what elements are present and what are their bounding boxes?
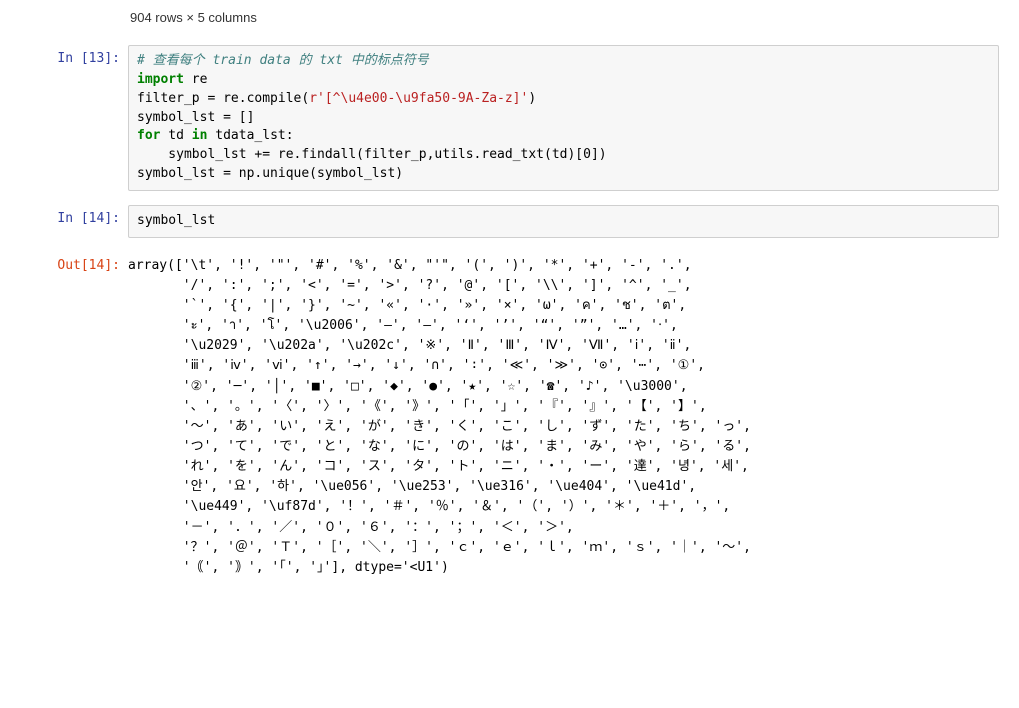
output-cell: Out[14]: array(['\t', '!', '"', '#', '%'… bbox=[20, 252, 999, 578]
code-input-area[interactable]: # 查看每个 train data 的 txt 中的标点符号 import re… bbox=[128, 45, 999, 191]
code-cell: In [14]: symbol_lst bbox=[20, 205, 999, 238]
input-prompt: In [13]: bbox=[20, 45, 128, 66]
notebook: 904 rows × 5 columns In [13]: # 查看每个 tra… bbox=[0, 0, 1019, 622]
input-prompt: In [14]: bbox=[20, 205, 128, 226]
output-text: array(['\t', '!', '"', '#', '%', '&', "'… bbox=[128, 252, 999, 578]
dataframe-shape-label: 904 rows × 5 columns bbox=[130, 10, 999, 25]
code-input-area[interactable]: symbol_lst bbox=[128, 205, 999, 238]
code-cell: In [13]: # 查看每个 train data 的 txt 中的标点符号 … bbox=[20, 45, 999, 191]
output-prompt: Out[14]: bbox=[20, 252, 128, 273]
